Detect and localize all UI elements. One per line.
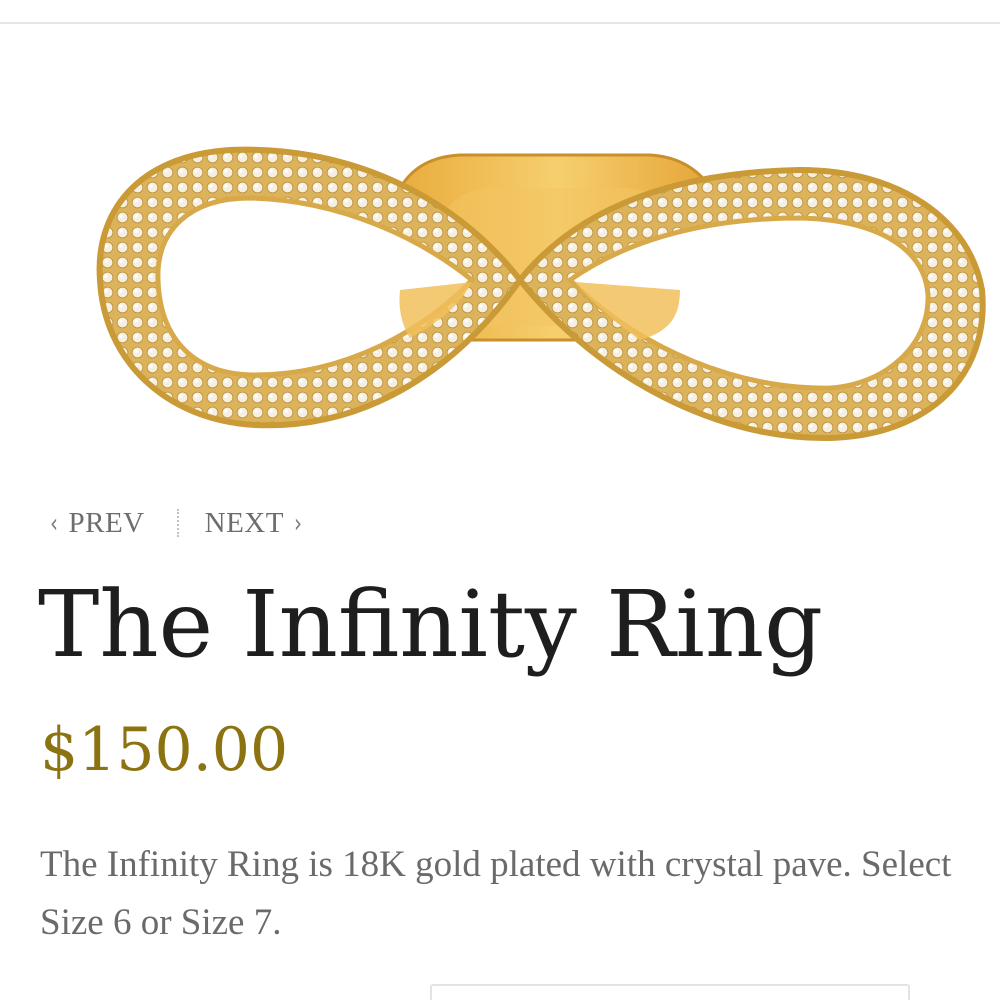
next-label: NEXT [204,506,284,539]
size-select[interactable] [430,984,910,1000]
product-pager: ‹ PREV NEXT › [50,503,302,543]
prev-label: PREV [68,506,145,539]
product-title: The Infinity Ring [38,571,823,678]
product-image[interactable] [40,90,1000,490]
product-price: $150.00 [40,715,289,785]
prev-link[interactable]: ‹ PREV [50,507,145,540]
infinity-ring-graphic [96,146,986,442]
chevron-right-icon: › [293,507,303,539]
product-description: The Infinity Ring is 18K gold plated wit… [40,844,952,943]
product-page: ‹ PREV NEXT › The Infinity Ring $150.00 … [0,0,1000,1000]
next-link[interactable]: NEXT › [205,507,303,540]
pager-divider [176,509,179,537]
chevron-left-icon: ‹ [50,507,59,539]
header-divider [0,22,1000,24]
